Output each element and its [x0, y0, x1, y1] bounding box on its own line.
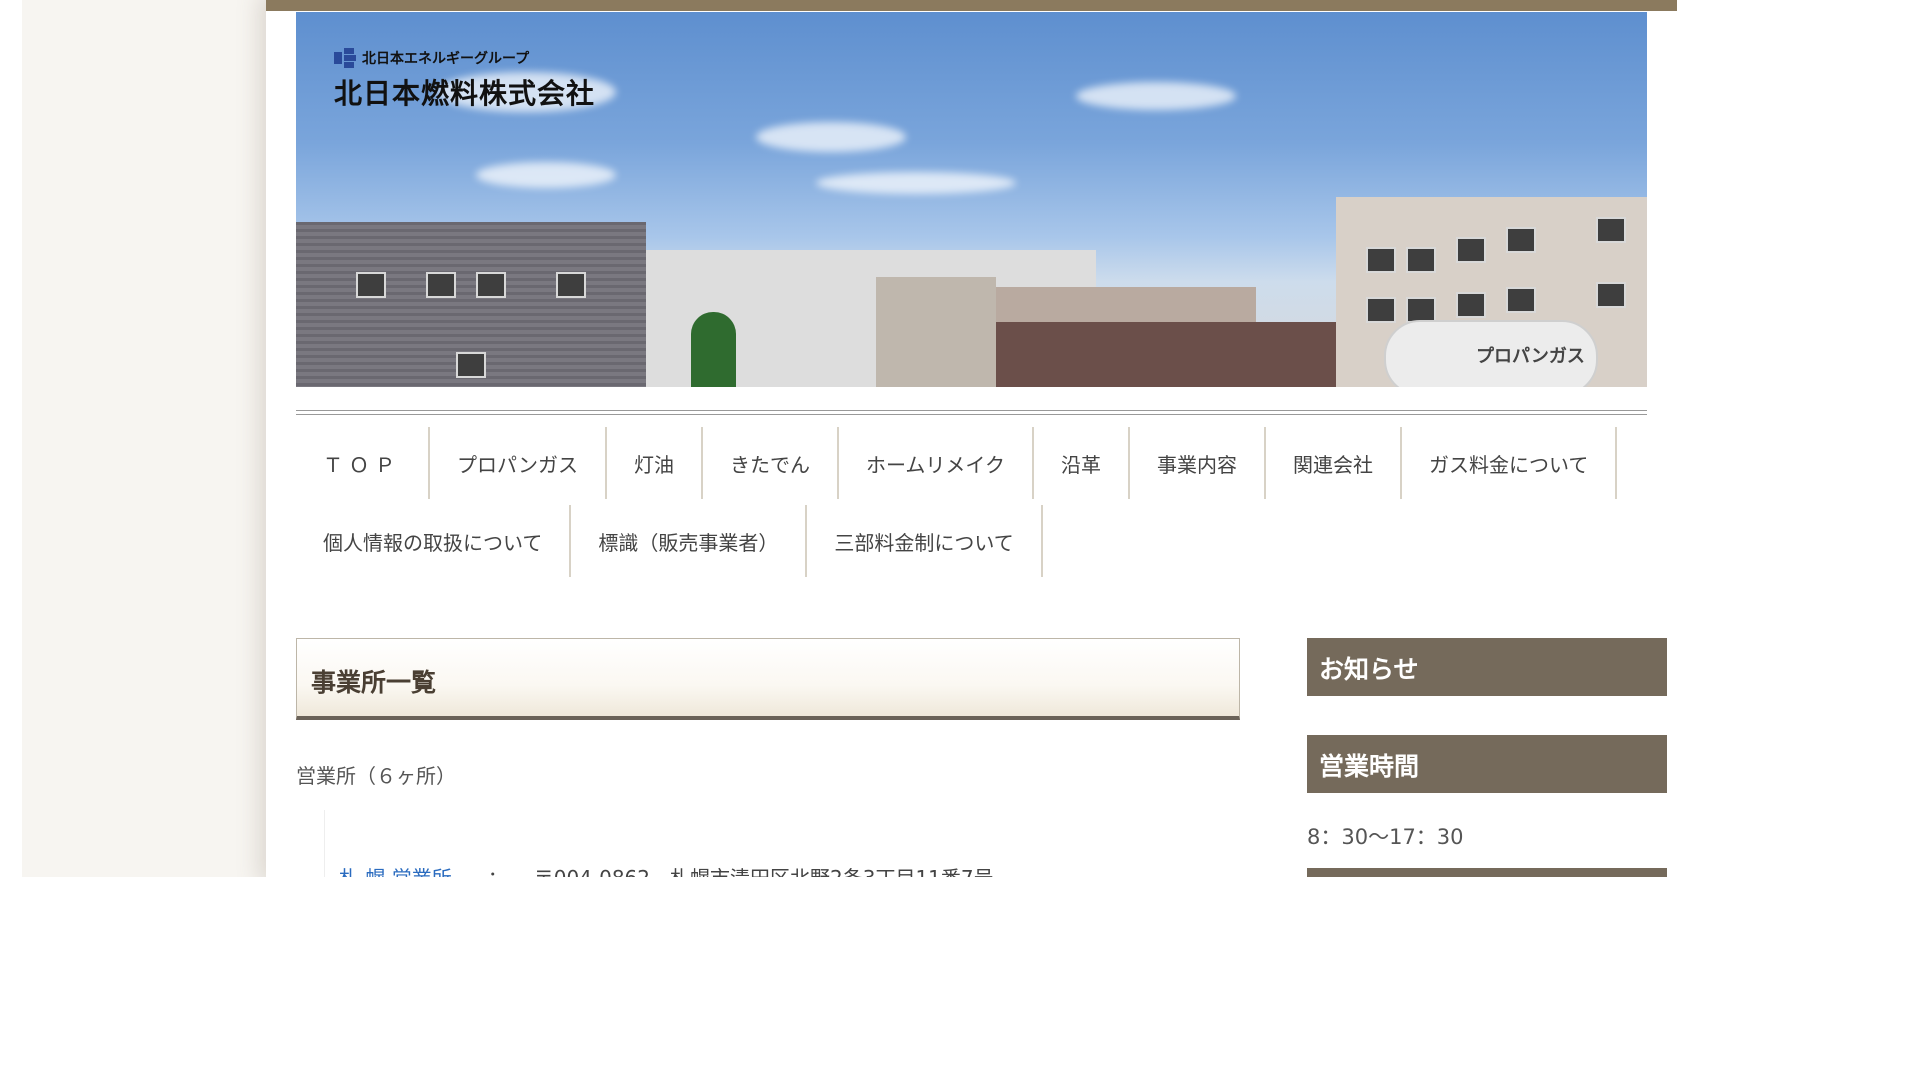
nav-item-kerosene[interactable]: 灯油 [607, 427, 703, 499]
tank-label: プロパンガス [1476, 346, 1585, 367]
sidebar-hours-heading: 営業時間 [1307, 735, 1667, 793]
sidebar-notice-heading: お知らせ [1307, 638, 1667, 696]
site-container: プロパンガス 北日本エネルギーグループ 北日本燃料株式会社 ＴＯＰ プロパンガス… [266, 0, 1677, 877]
nav-item-history[interactable]: 沿革 [1034, 427, 1130, 499]
office-link-sapporo[interactable]: 札 幌 営業所 [339, 862, 452, 877]
nav-item-kitaden[interactable]: きたでん [703, 427, 839, 499]
company-name: 北日本燃料株式会社 [334, 77, 596, 110]
company-logo[interactable]: 北日本エネルギーグループ 北日本燃料株式会社 [334, 48, 595, 112]
nav-item-affiliates[interactable]: 関連会社 [1266, 427, 1402, 499]
office-count: 営業所（６ヶ所） [296, 764, 456, 788]
nav-item-sign[interactable]: 標識（販売事業者） [571, 505, 808, 577]
nav-item-propane-gas[interactable]: プロパンガス [430, 427, 607, 499]
cloud [1076, 82, 1236, 110]
nav-item-top[interactable]: ＴＯＰ [296, 427, 430, 499]
list-item: 札 幌 営業所 ： 〒004-0862 札幌市清田区北野2条3丁目11番7号 [339, 862, 994, 877]
house [876, 277, 996, 387]
separator: ： [488, 862, 508, 877]
top-accent-bar [266, 0, 1677, 11]
cloud [756, 122, 906, 152]
tree [691, 312, 736, 387]
sidebar-next-heading [1307, 868, 1667, 877]
cloud [476, 162, 616, 188]
red-roof-building [996, 322, 1376, 387]
header-divider [296, 410, 1647, 415]
page-viewport: プロパンガス 北日本エネルギーグループ 北日本燃料株式会社 ＴＯＰ プロパンガス… [22, 0, 1677, 877]
nav-item-three-part-pricing[interactable]: 三部料金制について [807, 505, 1043, 577]
gray-warehouse-building [296, 222, 646, 387]
office-list: 札 幌 営業所 ： 〒004-0862 札幌市清田区北野2条3丁目11番7号 [324, 810, 1245, 877]
global-nav: ＴＯＰ プロパンガス 灯油 きたでん ホームリメイク 沿革 事業内容 関連会社 … [296, 427, 1647, 583]
nav-item-home-remake[interactable]: ホームリメイク [839, 427, 1034, 499]
nav-item-business[interactable]: 事業内容 [1130, 427, 1266, 499]
cloud [816, 172, 1016, 194]
nav-item-privacy[interactable]: 個人情報の取扱について [296, 505, 572, 577]
business-hours: 8：30〜17：30 [1307, 825, 1464, 849]
page-title-box: 事業所一覧 [296, 638, 1240, 720]
group-name: 北日本エネルギーグループ [362, 51, 530, 67]
nav-row-1: ＴＯＰ プロパンガス 灯油 きたでん ホームリメイク 沿革 事業内容 関連会社 … [296, 427, 1647, 505]
nav-item-gas-rates[interactable]: ガス料金について [1402, 427, 1618, 499]
page-title: 事業所一覧 [311, 668, 437, 697]
group-name-line: 北日本エネルギーグループ [334, 48, 595, 68]
nav-row-2: 個人情報の取扱について 標識（販売事業者） 三部料金制について [296, 505, 1647, 583]
header-banner-photo: プロパンガス 北日本エネルギーグループ 北日本燃料株式会社 [296, 12, 1647, 387]
logo-mark-icon [334, 48, 356, 68]
office-address: 〒004-0862 札幌市清田区北野2条3丁目11番7号 [534, 862, 994, 877]
